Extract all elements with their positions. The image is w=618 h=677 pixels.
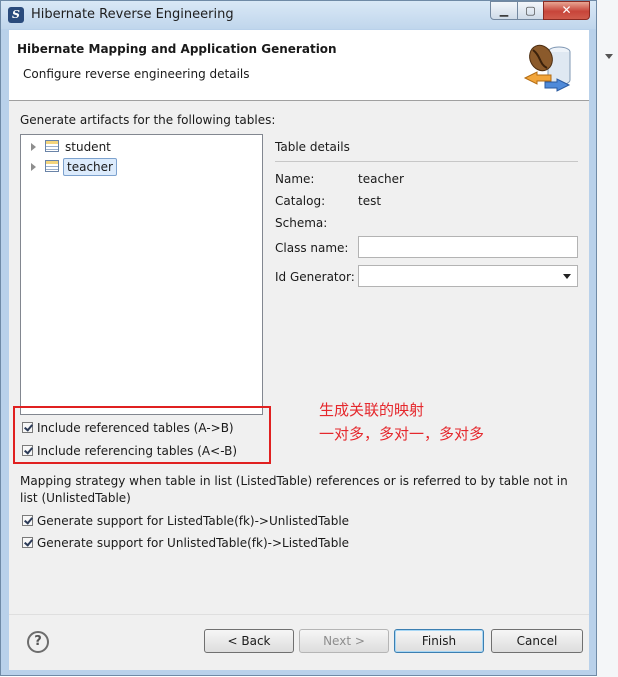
checkbox-label: Include referenced tables (A->B) xyxy=(37,421,234,435)
chevron-down-icon xyxy=(563,274,571,279)
checkbox-label: Include referencing tables (A<-B) xyxy=(37,444,238,458)
back-button[interactable]: < Back xyxy=(204,629,294,653)
close-button[interactable]: ✕ xyxy=(543,1,590,20)
tree-item-label: teacher xyxy=(63,158,117,176)
page-subtitle: Configure reverse engineering details xyxy=(23,67,250,81)
tree-item-student[interactable]: student xyxy=(21,138,261,156)
tree-item-label: student xyxy=(65,140,111,154)
title-bar[interactable]: S Hibernate Reverse Engineering ▁ ▢ ✕ xyxy=(1,1,596,29)
catalog-value: test xyxy=(358,194,382,208)
chevron-down-icon xyxy=(605,54,613,59)
class-name-input[interactable] xyxy=(358,236,578,258)
maximize-button[interactable]: ▢ xyxy=(517,1,544,20)
table-icon xyxy=(45,160,59,172)
close-icon: ✕ xyxy=(561,3,572,17)
checkbox-label: Generate support for UnlistedTable(fk)->… xyxy=(37,536,350,550)
checkbox-checked[interactable] xyxy=(22,515,33,526)
maximize-icon: ▢ xyxy=(525,4,536,17)
next-button[interactable]: Next > xyxy=(299,629,389,653)
background-window-strip xyxy=(597,0,618,677)
schema-label: Schema: xyxy=(275,216,328,230)
page-title: Hibernate Mapping and Application Genera… xyxy=(17,42,337,56)
dialog-content: Hibernate Mapping and Application Genera… xyxy=(9,30,589,670)
divider xyxy=(9,614,589,615)
table-details-title: Table details xyxy=(275,140,350,154)
help-icon[interactable]: ? xyxy=(27,631,49,653)
checkbox-checked[interactable] xyxy=(22,537,33,548)
app-icon: S xyxy=(8,7,24,23)
name-value: teacher xyxy=(358,172,404,186)
cancel-button[interactable]: Cancel xyxy=(491,629,583,653)
minimize-button[interactable]: ▁ xyxy=(490,1,518,20)
mapping-strategy-text: Mapping strategy when table in list (Lis… xyxy=(20,474,568,505)
annotation-note-line2: 一对多，多对一，多对多 xyxy=(319,425,485,443)
catalog-label: Catalog: xyxy=(275,194,326,208)
expand-arrow-icon[interactable] xyxy=(31,163,36,171)
id-generator-label: Id Generator: xyxy=(275,270,355,284)
annotation-note-line1: 生成关联的映射 xyxy=(319,401,425,419)
window-title: Hibernate Reverse Engineering xyxy=(31,7,234,22)
id-generator-select[interactable] xyxy=(358,265,578,287)
checkbox-checked[interactable] xyxy=(22,422,33,433)
class-name-label: Class name: xyxy=(275,241,349,255)
tables-tree[interactable]: student teacher xyxy=(20,134,263,415)
database-coffee-bean-icon xyxy=(523,44,571,92)
wizard-banner: Hibernate Mapping and Application Genera… xyxy=(9,30,589,101)
minimize-icon: ▁ xyxy=(499,4,509,17)
tree-item-teacher[interactable]: teacher xyxy=(21,158,261,176)
divider xyxy=(275,161,578,162)
dialog-window: S Hibernate Reverse Engineering ▁ ▢ ✕ Hi… xyxy=(0,0,597,676)
expand-arrow-icon[interactable] xyxy=(31,143,36,151)
name-label: Name: xyxy=(275,172,315,186)
table-icon xyxy=(45,140,59,152)
checkbox-checked[interactable] xyxy=(22,445,33,456)
checkbox-label: Generate support for ListedTable(fk)->Un… xyxy=(37,514,350,528)
artifacts-label: Generate artifacts for the following tab… xyxy=(20,113,276,127)
finish-button[interactable]: Finish xyxy=(394,629,484,653)
